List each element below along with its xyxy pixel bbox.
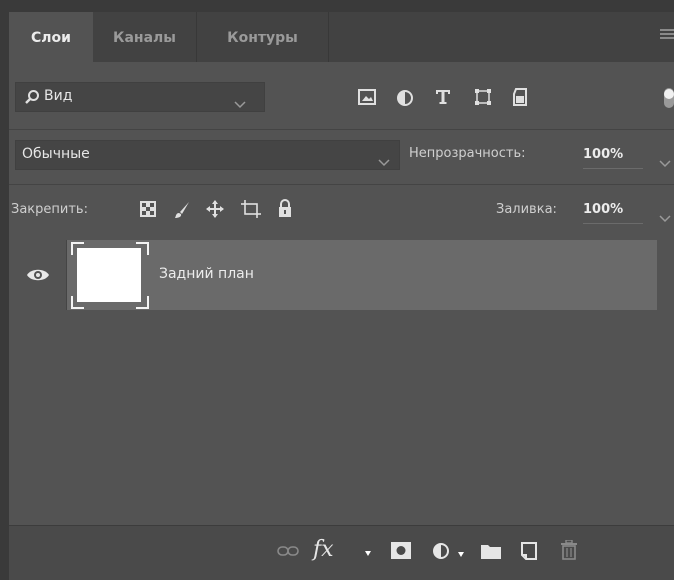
tab-channels[interactable]: Каналы <box>93 12 197 62</box>
image-filter-icon[interactable] <box>358 89 376 105</box>
layers-panel: Слои Каналы Контуры Вид Обычные Непрозра… <box>9 12 674 580</box>
adjustment-filter-icon[interactable] <box>396 89 414 107</box>
divider <box>9 129 674 130</box>
search-icon <box>24 89 40 105</box>
filter-kind-label: Вид <box>44 88 73 104</box>
thumbnail-corner <box>136 296 149 309</box>
blend-mode-dropdown[interactable]: Обычные <box>15 140 400 170</box>
type-filter-icon[interactable] <box>435 89 451 105</box>
chevron-down-icon <box>378 152 390 167</box>
divider <box>9 184 674 185</box>
link-layers-icon[interactable] <box>277 545 299 557</box>
adjustment-layer-icon[interactable] <box>432 542 450 560</box>
panel-tab-bar: Слои Каналы Контуры <box>9 12 674 62</box>
lock-label: Закрепить: <box>11 202 88 217</box>
layers-bottom-toolbar: fx <box>9 525 674 580</box>
filter-toggle-icon[interactable] <box>660 88 674 108</box>
fx-dropdown-indicator <box>365 551 371 571</box>
new-group-icon[interactable] <box>481 543 501 559</box>
thumbnail-corner <box>71 242 84 255</box>
lock-transparent-pixels-icon[interactable] <box>140 201 156 217</box>
thumbnail-corner <box>136 242 149 255</box>
opacity-value[interactable]: 100% <box>583 147 643 169</box>
lock-position-icon[interactable] <box>206 200 224 218</box>
layer-row[interactable]: Задний план <box>9 240 657 310</box>
layer-thumbnail[interactable] <box>77 248 141 302</box>
tab-layers[interactable]: Слои <box>9 12 93 62</box>
lock-artboard-icon[interactable] <box>241 200 261 218</box>
lock-all-icon[interactable] <box>277 199 293 218</box>
adjustment-dropdown-indicator <box>458 552 464 572</box>
smart-object-filter-icon[interactable] <box>512 88 528 106</box>
chevron-down-icon <box>234 94 246 109</box>
blend-mode-value: Обычные <box>22 146 90 162</box>
chevron-down-icon[interactable] <box>659 208 671 223</box>
new-layer-icon[interactable] <box>521 542 537 560</box>
eye-icon[interactable] <box>26 268 50 282</box>
visibility-toggle[interactable] <box>9 240 67 310</box>
shape-filter-icon[interactable] <box>474 88 492 106</box>
filter-kind-dropdown[interactable]: Вид <box>15 82 265 112</box>
fill-value[interactable]: 100% <box>583 202 643 224</box>
add-mask-icon[interactable] <box>391 542 411 559</box>
layers-list: Задний план <box>9 240 674 525</box>
fx-icon[interactable]: fx <box>313 537 334 562</box>
fill-label: Заливка: <box>496 202 557 217</box>
chevron-down-icon[interactable] <box>659 153 671 168</box>
panel-menu-icon[interactable] <box>660 29 674 43</box>
tab-paths[interactable]: Контуры <box>197 12 329 62</box>
lock-image-pixels-icon[interactable] <box>174 201 190 219</box>
opacity-label: Непрозрачность: <box>409 146 526 161</box>
thumbnail-corner <box>71 296 84 309</box>
delete-layer-icon[interactable] <box>561 540 577 560</box>
layer-name[interactable]: Задний план <box>159 266 254 282</box>
